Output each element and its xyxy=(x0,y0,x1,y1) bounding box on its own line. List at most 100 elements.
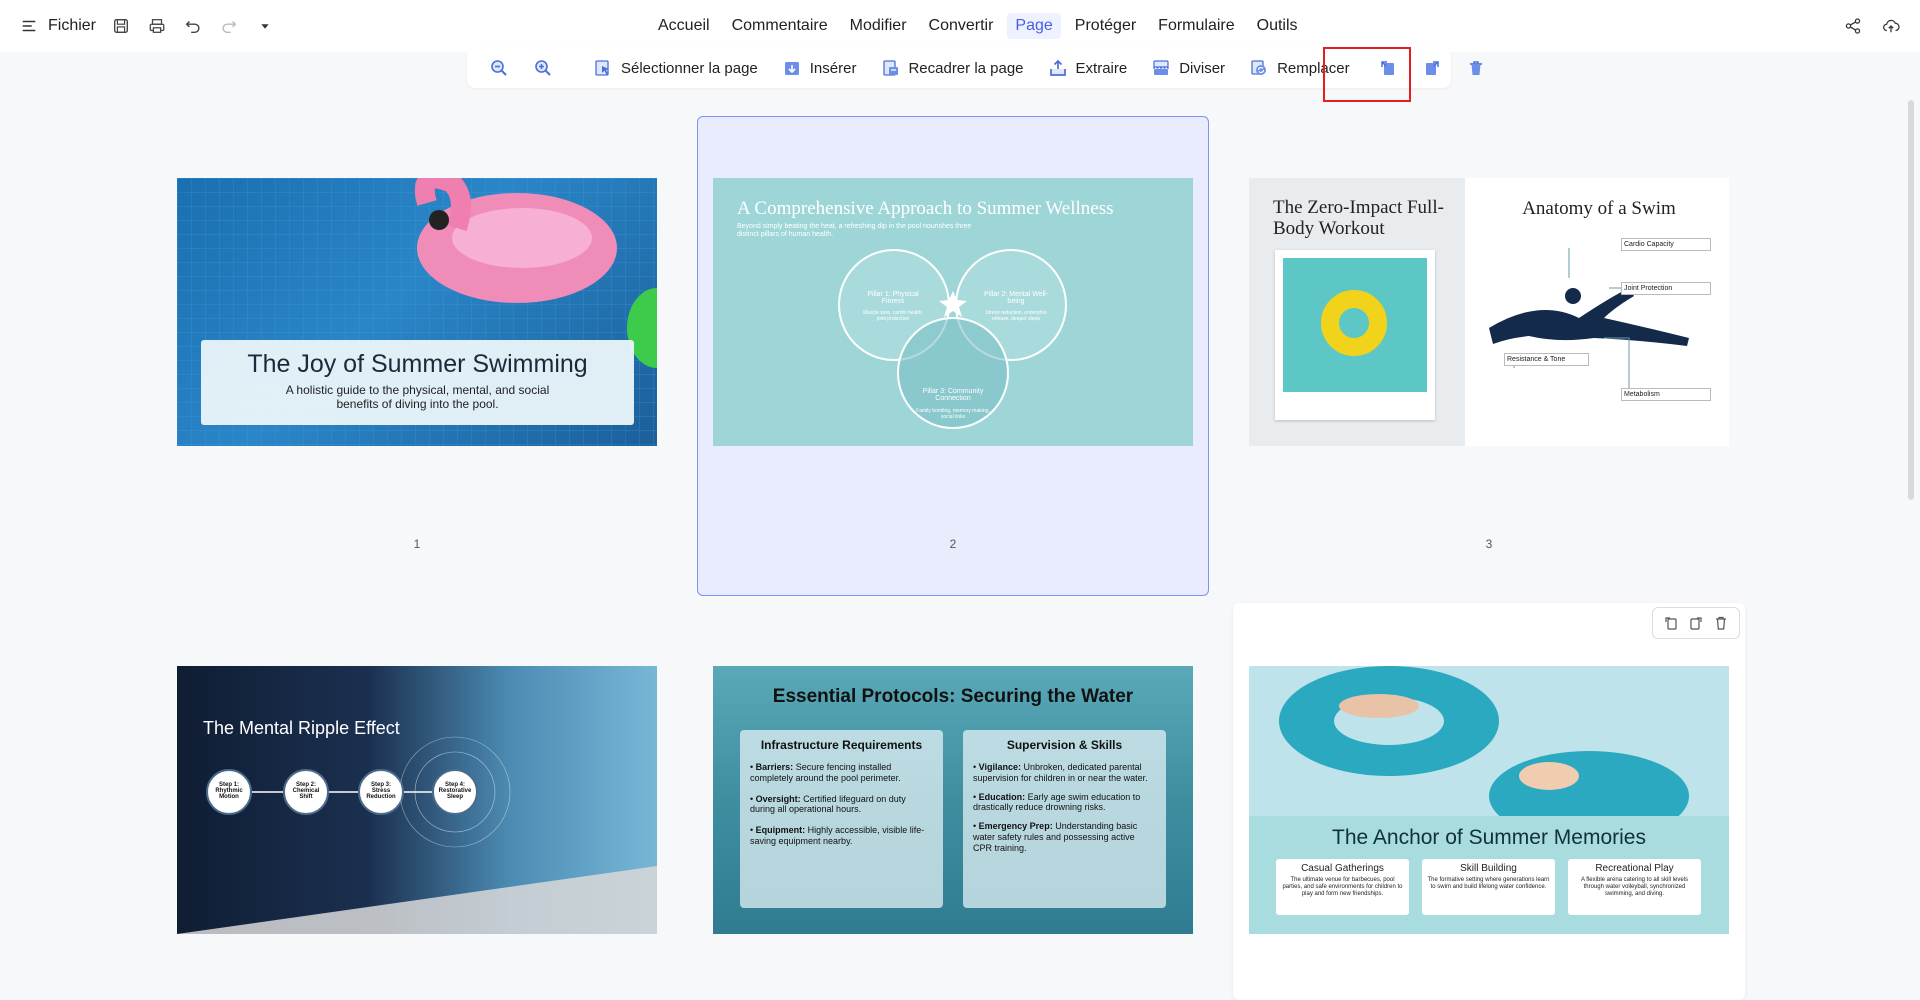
supervision-panel: Supervision & Skills • Vigilance: Unbrok… xyxy=(963,730,1166,908)
memory-card: Skill Building The formative setting whe… xyxy=(1422,859,1555,915)
select-page-label: Sélectionner la page xyxy=(621,59,758,77)
tab-convertir[interactable]: Convertir xyxy=(921,13,1002,39)
card-heading: Casual Gatherings xyxy=(1301,863,1384,874)
zoom-out-icon xyxy=(489,58,509,78)
bullet-item: • Oversight: Certified lifeguard on duty… xyxy=(750,793,906,815)
rotate-right-icon xyxy=(1422,58,1442,78)
bullet-item: • Vigilance: Unbroken, dedicated parenta… xyxy=(973,762,1148,783)
rotate-right-button[interactable] xyxy=(1414,52,1450,84)
trash-icon[interactable] xyxy=(1712,614,1730,632)
pillar-1-note: Muscle tone, cardio health, joint protec… xyxy=(863,310,923,322)
slide-thumbnail-1[interactable]: The Joy of Summer Swimming A holistic gu… xyxy=(177,178,657,446)
undo-icon[interactable] xyxy=(182,15,204,37)
pillar-2-label: Pillar 2: Mental Well-being xyxy=(983,291,1049,305)
replace-label: Remplacer xyxy=(1277,59,1350,77)
panel-heading: Supervision & Skills xyxy=(1006,738,1123,752)
card-text: A flexible arena catering to all skill l… xyxy=(1580,877,1689,897)
rotate-left-icon xyxy=(1378,58,1398,78)
bullet-item: • Barriers: Secure fencing installed com… xyxy=(750,762,901,783)
delete-page-button[interactable] xyxy=(1458,52,1494,84)
quick-access-toolbar: Fichier xyxy=(18,0,276,52)
infrastructure-panel: Infrastructure Requirements • Barriers: … xyxy=(740,730,943,908)
extract-icon xyxy=(1048,58,1068,78)
redo-icon[interactable] xyxy=(218,15,240,37)
bullet-item: • Emergency Prep: Understanding basic wa… xyxy=(973,821,1138,853)
pillar-2-note: Stress reduction, endorphin release, dee… xyxy=(985,310,1047,322)
step-2: Step 2: Chemical Shift xyxy=(292,782,320,800)
cloud-upload-icon[interactable] xyxy=(1880,15,1902,37)
rotate-left-button[interactable] xyxy=(1370,52,1406,84)
label-cardio: Cardio Capacity xyxy=(1621,238,1711,251)
tab-page[interactable]: Page xyxy=(1007,13,1061,39)
swimmer-illustration xyxy=(1489,248,1689,396)
tab-proteger[interactable]: Protéger xyxy=(1067,13,1144,39)
crop-page-button[interactable]: Recadrer la page xyxy=(872,52,1031,84)
slide-thumbnail-2[interactable]: A Comprehensive Approach to Summer Welln… xyxy=(713,178,1193,446)
card-heading: Skill Building xyxy=(1460,863,1517,874)
page-number-3: 3 xyxy=(1485,537,1493,551)
select-page-button[interactable]: Sélectionner la page xyxy=(585,52,766,84)
pool-floaties-photo xyxy=(1249,666,1729,816)
extract-button[interactable]: Extraire xyxy=(1040,52,1136,84)
insert-page-icon xyxy=(782,58,802,78)
crop-page-label: Recadrer la page xyxy=(908,59,1024,77)
card-text: The formative setting where generations … xyxy=(1427,877,1550,890)
file-menu-button[interactable]: Fichier xyxy=(18,15,96,37)
tab-outils[interactable]: Outils xyxy=(1249,13,1306,39)
tab-modifier[interactable]: Modifier xyxy=(842,13,915,39)
step-1: Step 1: Rhythmic Motion xyxy=(215,782,243,800)
slide-title: Essential Protocols: Securing the Water xyxy=(772,686,1134,707)
venn-diagram xyxy=(838,249,1067,429)
title-panel: The Joy of Summer Swimming A holistic gu… xyxy=(201,340,634,425)
page-number-2: 2 xyxy=(949,537,957,551)
replace-button[interactable]: Remplacer xyxy=(1241,52,1358,84)
tab-formulaire[interactable]: Formulaire xyxy=(1150,13,1242,39)
vertical-scrollbar[interactable] xyxy=(1908,100,1914,500)
split-icon xyxy=(1151,58,1171,78)
slide-thumbnail-3[interactable]: The Zero-Impact Full-Body Workout Anatom… xyxy=(1249,178,1729,446)
tab-accueil[interactable]: Accueil xyxy=(650,13,718,39)
split-label: Diviser xyxy=(1179,59,1226,77)
step-4: Step 4: Restorative Sleep xyxy=(438,782,472,800)
memory-card: Casual Gatherings The ultimate venue for… xyxy=(1276,859,1409,915)
pillar-3-note: Family bonding, memory making, social li… xyxy=(916,408,990,420)
share-icon[interactable] xyxy=(1842,15,1864,37)
slide-thumbnail-4[interactable]: The Mental Ripple Effect Step 1: Rhythmi… xyxy=(177,666,657,934)
page-hover-actions xyxy=(1652,607,1740,639)
page-ribbon-toolbar: Sélectionner la page Insérer Recadrer la… xyxy=(467,48,1482,88)
card-heading: Recreational Play xyxy=(1595,863,1674,874)
replace-icon xyxy=(1249,58,1269,78)
slide-thumbnail-6[interactable]: The Anchor of Summer Memories Casual Gat… xyxy=(1249,666,1729,934)
hamburger-menu-icon xyxy=(18,15,40,37)
zoom-in-button[interactable] xyxy=(525,52,561,84)
slide-title: The Anchor of Summer Memories xyxy=(1332,826,1646,849)
insert-label: Insérer xyxy=(809,59,857,77)
slide-thumbnail-5[interactable]: Essential Protocols: Securing the Water … xyxy=(713,666,1193,934)
memory-card: Recreational Play A flexible arena cater… xyxy=(1568,859,1701,915)
label-joint: Joint Protection xyxy=(1621,282,1711,295)
ripple-steps-diagram xyxy=(177,736,657,934)
pillar-1-label: Pillar 1: Physical Fitness xyxy=(867,291,919,305)
crop-page-icon xyxy=(880,58,900,78)
split-button[interactable]: Diviser xyxy=(1143,52,1233,84)
label-metabolism: Metabolism xyxy=(1621,388,1711,401)
zoom-out-button[interactable] xyxy=(481,52,517,84)
rotate-right-icon[interactable] xyxy=(1687,614,1705,632)
pillar-3-label: Pillar 3: Community Connection xyxy=(922,388,984,402)
panel-heading: Infrastructure Requirements xyxy=(760,738,923,752)
insert-button[interactable]: Insérer xyxy=(774,52,865,84)
bullet-item: • Education: Early age swim education to… xyxy=(973,791,1141,813)
select-page-icon xyxy=(593,58,613,78)
slide-subtitle: A holistic guide to the physical, mental… xyxy=(285,383,550,412)
rotate-left-icon[interactable] xyxy=(1662,614,1680,632)
label-resistance: Resistance & Tone xyxy=(1504,353,1589,366)
print-icon[interactable] xyxy=(146,15,168,37)
save-icon[interactable] xyxy=(110,15,132,37)
customize-dropdown-icon[interactable] xyxy=(254,15,276,37)
extract-label: Extraire xyxy=(1075,59,1128,77)
right-toolbar xyxy=(1842,0,1902,52)
top-menu-bar: Fichier Accueil Commentaire Modifier Con… xyxy=(0,0,1920,52)
tab-commentaire[interactable]: Commentaire xyxy=(724,13,836,39)
main-menu-tabs: Accueil Commentaire Modifier Convertir P… xyxy=(650,0,1306,52)
zoom-in-icon xyxy=(533,58,553,78)
